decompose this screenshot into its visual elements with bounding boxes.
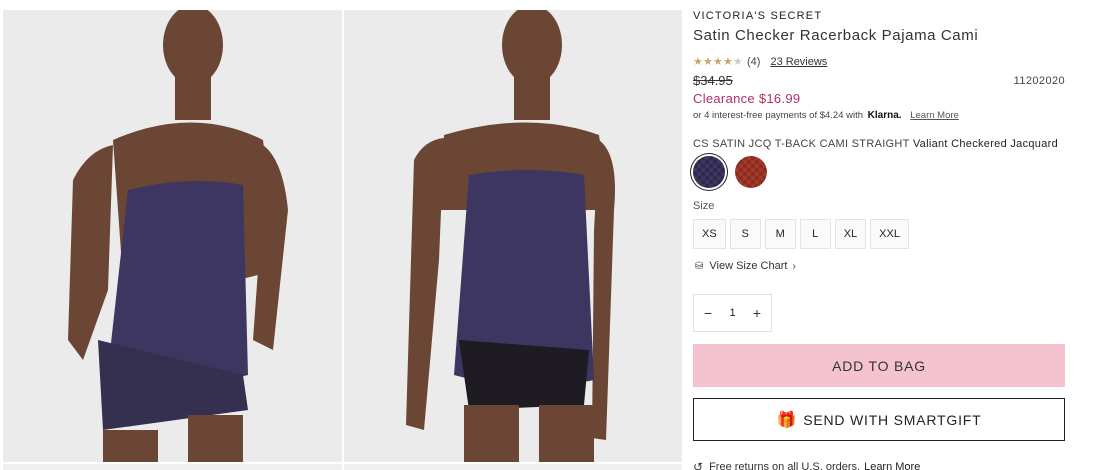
swatch-purple-checkered[interactable] — [693, 156, 725, 188]
sale-price: Clearance $16.99 — [693, 91, 801, 106]
product-image-thumbnail-3[interactable] — [3, 464, 342, 470]
rating-count: (4) — [747, 56, 761, 68]
star-icon: ★ — [723, 55, 733, 68]
add-to-bag-button[interactable]: ADD TO BAG — [693, 344, 1065, 387]
reviews-link[interactable]: 23 Reviews — [770, 56, 827, 68]
rating-stars: ★ ★ ★ ★ ★ — [693, 55, 743, 68]
returns-learn-more-link[interactable]: Learn More — [864, 461, 920, 470]
star-icon: ★ — [693, 55, 703, 68]
size-options: XS S M L XL XXL — [693, 219, 913, 249]
returns-text: Free returns on all U.S. orders. — [709, 461, 861, 470]
size-option[interactable]: M — [764, 219, 796, 249]
size-label: Size — [693, 200, 715, 212]
original-price: $34.95 — [693, 73, 733, 88]
color-description: CS SATIN JCQ T-BACK CAMI STRAIGHT Valian… — [693, 138, 1058, 150]
chevron-right-icon: › — [792, 260, 796, 272]
star-icon: ★ — [713, 55, 723, 68]
gift-icon: 🎁 — [776, 411, 798, 429]
klarna-payment-row: or 4 interest-free payments of $4.24 wit… — [693, 110, 959, 121]
quantity-value: 1 — [729, 307, 736, 319]
brand-name: VICTORIA'S SECRET — [693, 10, 823, 22]
product-sku: 11202020 — [1013, 75, 1065, 87]
product-image-thumbnail-4[interactable] — [344, 464, 682, 470]
return-icon: ↺ — [693, 460, 704, 470]
tape-measure-icon: ⛁ — [695, 260, 704, 272]
klarna-text: or 4 interest-free payments of $4.24 wit… — [693, 110, 864, 121]
swatch-red-checkered[interactable] — [735, 156, 767, 188]
star-empty-icon: ★ — [733, 55, 743, 68]
rating-row: ★ ★ ★ ★ ★ (4) 23 Reviews — [693, 56, 827, 68]
minus-icon[interactable]: − — [704, 305, 712, 321]
size-option[interactable]: XS — [693, 219, 726, 249]
product-title: Satin Checker Racerback Pajama Cami — [693, 27, 979, 44]
size-option[interactable]: L — [799, 219, 831, 249]
klarna-logo: Klarna. — [867, 110, 902, 121]
color-swatches — [693, 156, 777, 188]
send-with-smartgift-button[interactable]: 🎁 SEND WITH SMARTGIFT — [693, 398, 1065, 441]
free-returns-row: ↺ Free returns on all U.S. orders. Learn… — [693, 460, 920, 470]
plus-icon[interactable]: + — [753, 305, 761, 321]
quantity-stepper: − 1 + — [693, 294, 772, 332]
swatch-fill — [693, 156, 725, 188]
product-gallery — [0, 0, 684, 470]
color-code: CS SATIN JCQ T-BACK CAMI STRAIGHT — [693, 138, 910, 150]
size-chart-label: View Size Chart — [709, 260, 788, 272]
swatch-fill — [735, 156, 767, 188]
star-icon: ★ — [703, 55, 713, 68]
smartgift-label: SEND WITH SMARTGIFT — [803, 411, 982, 428]
view-size-chart-link[interactable]: ⛁ View Size Chart › — [695, 260, 796, 272]
size-option[interactable]: S — [729, 219, 761, 249]
product-image-model[interactable] — [344, 10, 682, 462]
size-option[interactable]: XXL — [870, 219, 909, 249]
product-image-front[interactable] — [3, 10, 342, 462]
color-name: Valiant Checkered Jacquard — [912, 138, 1059, 150]
size-option[interactable]: XL — [834, 219, 867, 249]
klarna-learn-more-link[interactable]: Learn More — [910, 110, 959, 121]
